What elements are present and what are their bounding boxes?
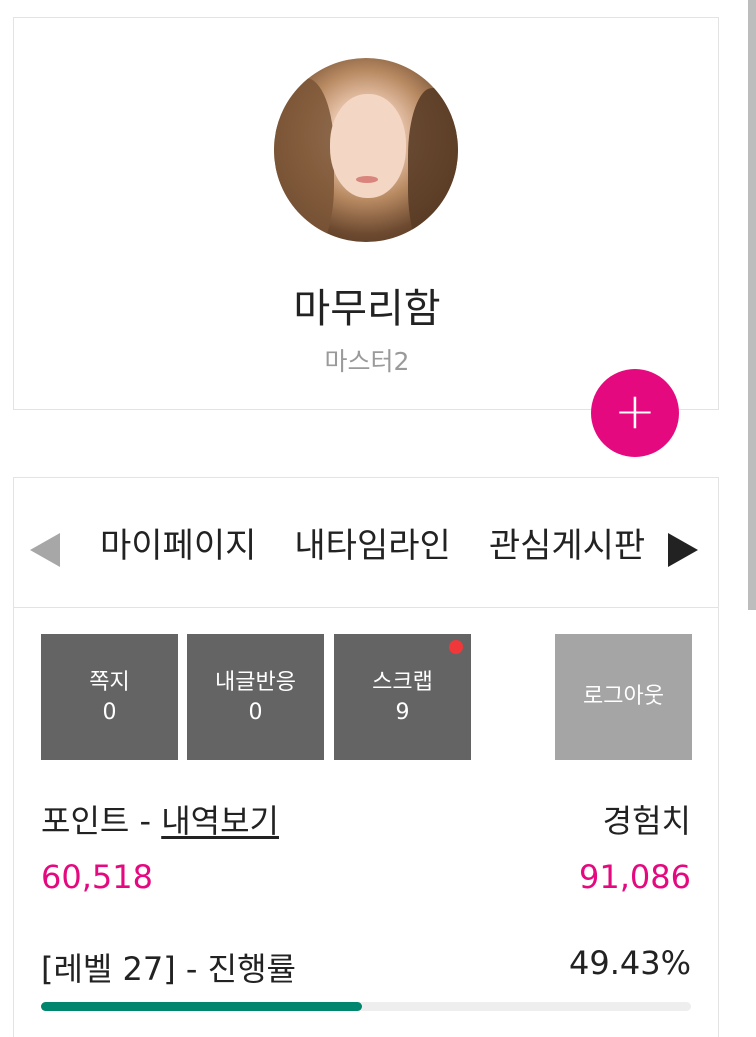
exp-label: 경험치 [602, 802, 691, 840]
user-name: 마무리함 [293, 286, 441, 332]
reactions-count: 0 [248, 700, 263, 725]
menu-card: 마이페이지 내타임라인 관심게시판 쪽지 0 내글반응 0 스크랩 9 로그아웃 포… [13, 477, 719, 1037]
logout-button[interactable]: 로그아웃 [555, 634, 692, 760]
notification-dot [449, 640, 463, 654]
tab-timeline[interactable]: 내타임라인 [294, 518, 450, 574]
level-progress-bar [41, 1002, 691, 1011]
exp-value: 91,086 [579, 858, 691, 896]
scrap-label: 스크랩 [372, 670, 433, 695]
reactions-button[interactable]: 내글반응 0 [187, 634, 324, 760]
point-value: 60,518 [41, 858, 153, 896]
point-label: 포인트 - 내역보기 [41, 796, 279, 842]
profile-card: 마무리함 마스터2 [13, 17, 719, 410]
reactions-label: 내글반응 [215, 670, 296, 695]
user-rank: 마스터2 [324, 347, 410, 376]
avatar[interactable] [274, 58, 458, 242]
logout-label: 로그아웃 [583, 684, 664, 709]
plus-icon: + [614, 382, 656, 440]
point-history-link[interactable]: 내역보기 [161, 802, 279, 840]
level-progress-fill [41, 1002, 363, 1011]
triangle-right-icon[interactable] [668, 533, 698, 567]
tab-mypage[interactable]: 마이페이지 [100, 518, 256, 574]
tab-bar: 마이페이지 내타임라인 관심게시판 [14, 478, 718, 608]
avatar-hair-left [274, 78, 334, 242]
level-percent: 49.43% [568, 944, 691, 982]
message-label: 쪽지 [89, 670, 130, 695]
tabs-viewport: 마이페이지 내타임라인 관심게시판 [100, 518, 656, 578]
avatar-hair-right [408, 88, 458, 242]
message-count: 0 [102, 700, 117, 725]
scrollbar-thumb[interactable] [748, 0, 756, 610]
point-label-text: 포인트 - [41, 802, 162, 840]
tab-favorite-boards[interactable]: 관심게시판 [489, 518, 645, 574]
message-button[interactable]: 쪽지 0 [41, 634, 178, 760]
avatar-lip [356, 176, 378, 183]
scrap-button[interactable]: 스크랩 9 [334, 634, 471, 760]
scrap-count: 9 [395, 700, 410, 725]
add-button[interactable]: + [591, 369, 679, 457]
level-label: [레벨 27] - 진행률 [41, 950, 296, 988]
triangle-left-icon[interactable] [30, 533, 60, 567]
